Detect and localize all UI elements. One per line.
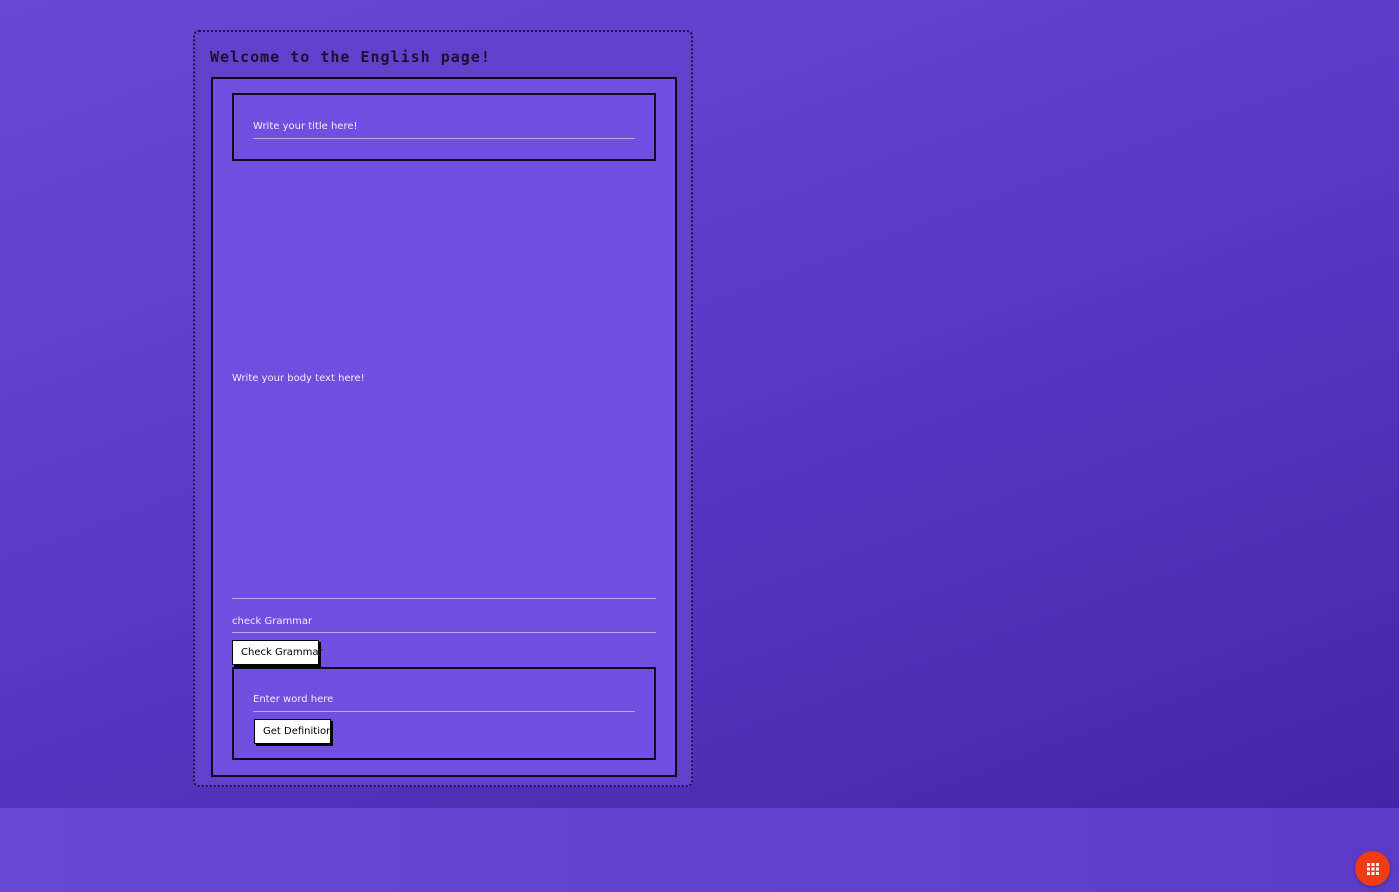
body-text-placeholder: Write your body text here! xyxy=(232,373,365,384)
apps-menu-button[interactable] xyxy=(1355,851,1390,886)
get-definition-button[interactable]: Get Definition xyxy=(254,719,332,744)
page-title: Welcome to the English page! xyxy=(210,48,491,66)
check-grammar-button[interactable]: Check Grammar xyxy=(232,640,323,665)
title-input[interactable] xyxy=(253,114,635,139)
grid-icon xyxy=(1366,862,1379,875)
page-footer-area xyxy=(0,808,1399,892)
word-input[interactable] xyxy=(253,688,635,712)
definition-section xyxy=(232,667,656,760)
grammar-check-input[interactable] xyxy=(232,610,656,633)
